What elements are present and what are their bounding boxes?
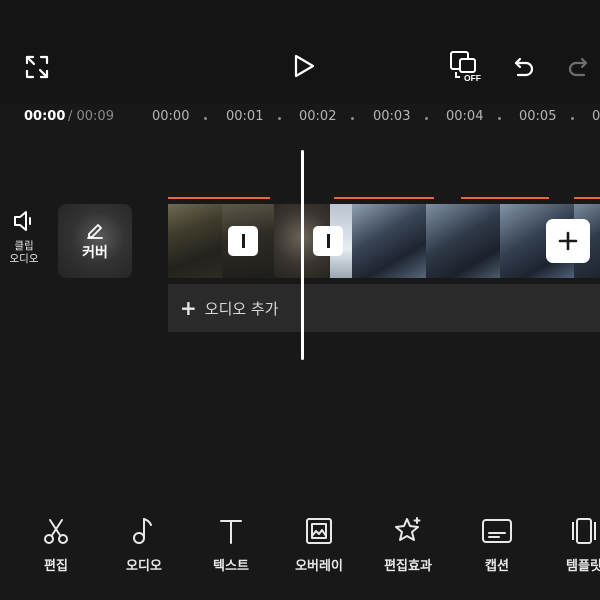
templates-icon — [568, 515, 600, 547]
playhead[interactable] — [301, 150, 304, 360]
video-thumbnail — [168, 204, 222, 278]
undo-icon — [514, 57, 534, 77]
transition-icon — [241, 234, 245, 248]
clip-marker — [574, 197, 600, 199]
clip-marker — [461, 197, 549, 199]
clip-audio-label: 클립 오디오 — [4, 240, 44, 266]
music-note-icon — [128, 515, 160, 547]
ruler-dot — [498, 117, 501, 120]
tool-audio[interactable]: 오디오 — [102, 515, 186, 585]
ruler-tick: 00:04 — [446, 109, 484, 124]
redo-button[interactable] — [564, 52, 592, 80]
current-time: 00:00 — [24, 109, 66, 124]
speaker-icon — [14, 211, 31, 231]
tool-captions[interactable]: 캡션 — [455, 515, 539, 585]
tool-captions-label: 캡션 — [485, 559, 509, 574]
ruler-dot — [571, 117, 574, 120]
add-clip-button[interactable] — [546, 219, 590, 263]
ruler-dot — [204, 117, 207, 120]
tool-text-label: 텍스트 — [213, 559, 249, 574]
play-icon — [294, 54, 315, 78]
plus-icon — [558, 231, 578, 251]
ruler-tick: 00:00 — [152, 109, 190, 124]
tool-overlay-label: 오버레이 — [295, 559, 343, 574]
cover-button[interactable]: 커버 — [58, 204, 132, 278]
cover-label: 커버 — [82, 245, 108, 261]
captions-icon — [481, 515, 513, 547]
clip-marker — [334, 197, 434, 199]
transition-button[interactable] — [313, 226, 343, 256]
tool-text[interactable]: 텍스트 — [189, 515, 273, 585]
clip-audio-button[interactable]: 클립 오디오 — [4, 210, 44, 280]
play-button[interactable] — [289, 50, 319, 82]
tool-effects-label: 편집효과 — [384, 559, 432, 574]
add-audio-plus-icon: + — [180, 296, 197, 320]
transition-button[interactable] — [228, 226, 258, 256]
pencil-icon — [87, 224, 103, 239]
preview-off-icon: OFF — [450, 51, 481, 83]
time-ruler[interactable]: 00:00 / 00:09 00:00 00:01 00:02 00:03 00… — [0, 104, 600, 132]
video-thumbnail — [426, 204, 500, 278]
clip-audio-label-line2: 오디오 — [9, 253, 39, 265]
ruler-tick: 0 — [592, 109, 600, 124]
tool-overlay[interactable]: 오버레이 — [277, 515, 361, 585]
tool-audio-label: 오디오 — [126, 559, 162, 574]
redo-icon — [568, 57, 588, 77]
tool-edit[interactable]: 편집 — [14, 515, 98, 585]
text-icon — [215, 515, 247, 547]
tool-templates-label: 템플릿 — [566, 559, 600, 574]
clip-marker — [168, 197, 270, 199]
bottom-toolbar: 편집 오디오 텍스트 오버레이 편집효과 캡션 템플릿 — [0, 515, 600, 600]
ruler-dot — [351, 117, 354, 120]
tool-edit-label: 편집 — [44, 559, 68, 574]
undo-button[interactable] — [510, 52, 538, 80]
tool-templates[interactable]: 템플릿 — [542, 515, 600, 585]
add-audio-label: 오디오 추가 — [204, 299, 279, 318]
clip-audio-label-line1: 클립 — [14, 240, 34, 252]
transition-icon — [326, 234, 330, 248]
video-thumbnail — [352, 204, 426, 278]
ruler-tick: 00:05 — [519, 109, 557, 124]
ruler-tick: 00:02 — [299, 109, 337, 124]
ruler-tick: 00:01 — [226, 109, 264, 124]
preview-off-button[interactable]: OFF — [448, 48, 488, 84]
preview-off-badge: OFF — [464, 73, 481, 83]
ruler-dot — [425, 117, 428, 120]
add-audio-button[interactable]: + 오디오 추가 — [168, 284, 600, 332]
effects-star-icon — [392, 515, 424, 547]
total-duration: / 00:09 — [68, 109, 114, 124]
top-bar: OFF — [0, 0, 600, 104]
ruler-tick: 00:03 — [373, 109, 411, 124]
scissors-icon — [40, 515, 72, 547]
ruler-dot — [278, 117, 281, 120]
fullscreen-button[interactable] — [22, 52, 52, 82]
fullscreen-icon — [25, 55, 49, 79]
tool-effects[interactable]: 편집효과 — [366, 515, 450, 585]
overlay-icon — [303, 515, 335, 547]
